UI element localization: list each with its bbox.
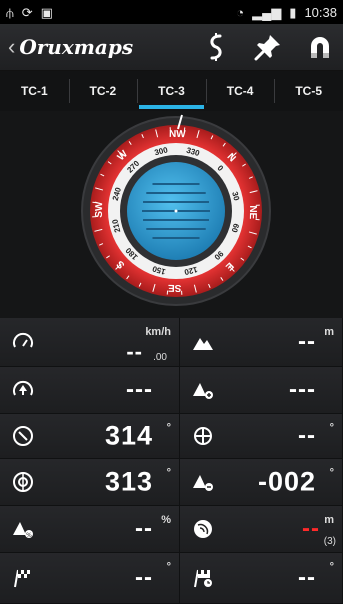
speedometer-icon xyxy=(13,332,33,348)
bearing-unit: ° xyxy=(329,422,334,434)
battery-icon: ▮ xyxy=(289,4,297,20)
mountain-icon xyxy=(193,338,213,350)
slope-icon xyxy=(193,475,213,491)
compass-cardinal-label: SE xyxy=(168,282,182,293)
pin-button[interactable] xyxy=(253,32,283,62)
finish-flag-clock-icon xyxy=(194,569,212,588)
finish-flag-icon xyxy=(14,569,30,588)
grade-value: -- xyxy=(135,515,153,542)
field-course[interactable]: ° 313 xyxy=(0,459,180,506)
field-speed[interactable]: km/h -- .00 xyxy=(0,318,180,367)
field-grade[interactable]: % % -- xyxy=(0,506,180,553)
route-icon xyxy=(210,33,222,61)
status-bar: ⫛ ⟳ ▣ ◔ ▂▄▆ ▮ 10:38 xyxy=(0,0,343,24)
tab-bar: TC-1 TC-2 TC-3 TC-4 TC-5 xyxy=(0,71,343,111)
bearing-value: -- xyxy=(298,422,316,449)
compass-face-lines xyxy=(142,183,210,239)
field-bearing[interactable]: ° -- xyxy=(180,414,343,459)
speed-decimals: .00 xyxy=(153,352,167,363)
waypoint-bearing-value: -- xyxy=(298,564,316,591)
tab-label: TC-1 xyxy=(20,84,48,98)
gps-accuracy-unit: m xyxy=(324,514,334,526)
target-icon xyxy=(13,472,33,492)
field-heading[interactable]: ° 314 xyxy=(0,414,180,459)
compass-cardinal-label: NW xyxy=(169,129,186,140)
tab-tc-5[interactable]: TC-5 xyxy=(274,71,343,111)
compass-panel: 300 330 0 30 60 90 120 150 180 210 240 270 NW N NE E SE… xyxy=(0,111,343,318)
app-brand[interactable]: ‹ Oruxmaps xyxy=(8,34,133,60)
magnet-icon xyxy=(311,37,329,58)
slope-unit: ° xyxy=(329,467,334,479)
altitude-unit: m xyxy=(324,326,334,338)
tab-label: TC-2 xyxy=(89,84,117,98)
sync-icon: ⟳ xyxy=(21,4,33,20)
slope-value: -002 xyxy=(257,466,316,497)
altitude-value: -- xyxy=(298,328,316,355)
crosshair-icon xyxy=(194,427,212,445)
app-title: Oruxmaps xyxy=(19,35,134,59)
field-up-speed[interactable]: --- xyxy=(0,367,180,414)
compass-cardinal-label: SW xyxy=(94,201,105,218)
usb-icon: ⫛ xyxy=(6,4,14,20)
course-unit: ° xyxy=(166,467,171,479)
ascent-icon xyxy=(193,383,213,399)
data-fields-grid: km/h -- .00 m -- --- --- ° 314 ° -- ° 31… xyxy=(0,318,343,604)
pin-icon xyxy=(254,35,280,61)
grade-icon: % xyxy=(13,522,33,539)
tab-label: TC-5 xyxy=(295,84,322,98)
tab-tc-4[interactable]: TC-4 xyxy=(205,71,275,111)
field-altitude[interactable]: m -- xyxy=(180,318,343,367)
action-bar: ‹ Oruxmaps xyxy=(0,24,343,71)
tab-tc-2[interactable]: TC-2 xyxy=(68,71,138,111)
status-right-icons: ◔ ▂▄▆ ▮ 10:38 xyxy=(236,5,337,20)
speed-value: -- xyxy=(126,339,143,364)
compass-center-dot xyxy=(174,209,178,213)
magnet-button[interactable] xyxy=(305,32,335,62)
heading-unit: ° xyxy=(166,422,171,434)
tab-tc-3[interactable]: TC-3 xyxy=(137,71,206,111)
tab-label: TC-3 xyxy=(158,84,185,98)
route-button[interactable] xyxy=(201,32,231,62)
satellite-icon xyxy=(194,520,212,538)
field-slope[interactable]: ° -002 xyxy=(180,459,343,506)
target-bearing-unit: ° xyxy=(166,561,171,573)
waypoint-bearing-unit: ° xyxy=(329,561,334,573)
vertical-speed-icon xyxy=(13,380,33,396)
svg-text:%: % xyxy=(26,532,32,539)
status-time: 10:38 xyxy=(304,4,337,20)
field-gps-accuracy[interactable]: m -- (3) xyxy=(180,506,343,553)
alt-gain-value: --- xyxy=(289,376,316,403)
back-chevron-icon[interactable]: ‹ xyxy=(8,34,15,60)
up-speed-value: --- xyxy=(126,376,153,403)
field-target-bearing[interactable]: ° -- xyxy=(0,553,180,604)
gps-satellite-count: (3) xyxy=(323,536,336,547)
tab-label: TC-4 xyxy=(226,84,254,98)
image-icon: ▣ xyxy=(40,4,53,20)
wifi-icon: ◔ xyxy=(236,4,245,20)
compass-cardinal-label: NE xyxy=(247,205,258,219)
field-alt-gain[interactable]: --- xyxy=(180,367,343,414)
course-value: 313 xyxy=(104,466,153,497)
compass-heading-icon xyxy=(13,426,33,446)
heading-value: 314 xyxy=(104,420,153,451)
target-bearing-value: -- xyxy=(135,564,153,591)
compass-dial: 300 3300306090120150180210240270 NWNNEESE… xyxy=(81,114,271,306)
action-buttons xyxy=(201,32,335,62)
status-left-icons: ⫛ ⟳ ▣ xyxy=(6,6,53,19)
field-waypoint-bearing[interactable]: ° -- xyxy=(180,553,343,604)
signal-icon: ▂▄▆ xyxy=(252,4,282,20)
gps-accuracy-value: -- xyxy=(302,515,320,542)
grade-unit: % xyxy=(161,514,171,526)
speed-unit: km/h xyxy=(145,326,171,338)
tab-tc-1[interactable]: TC-1 xyxy=(0,71,69,111)
